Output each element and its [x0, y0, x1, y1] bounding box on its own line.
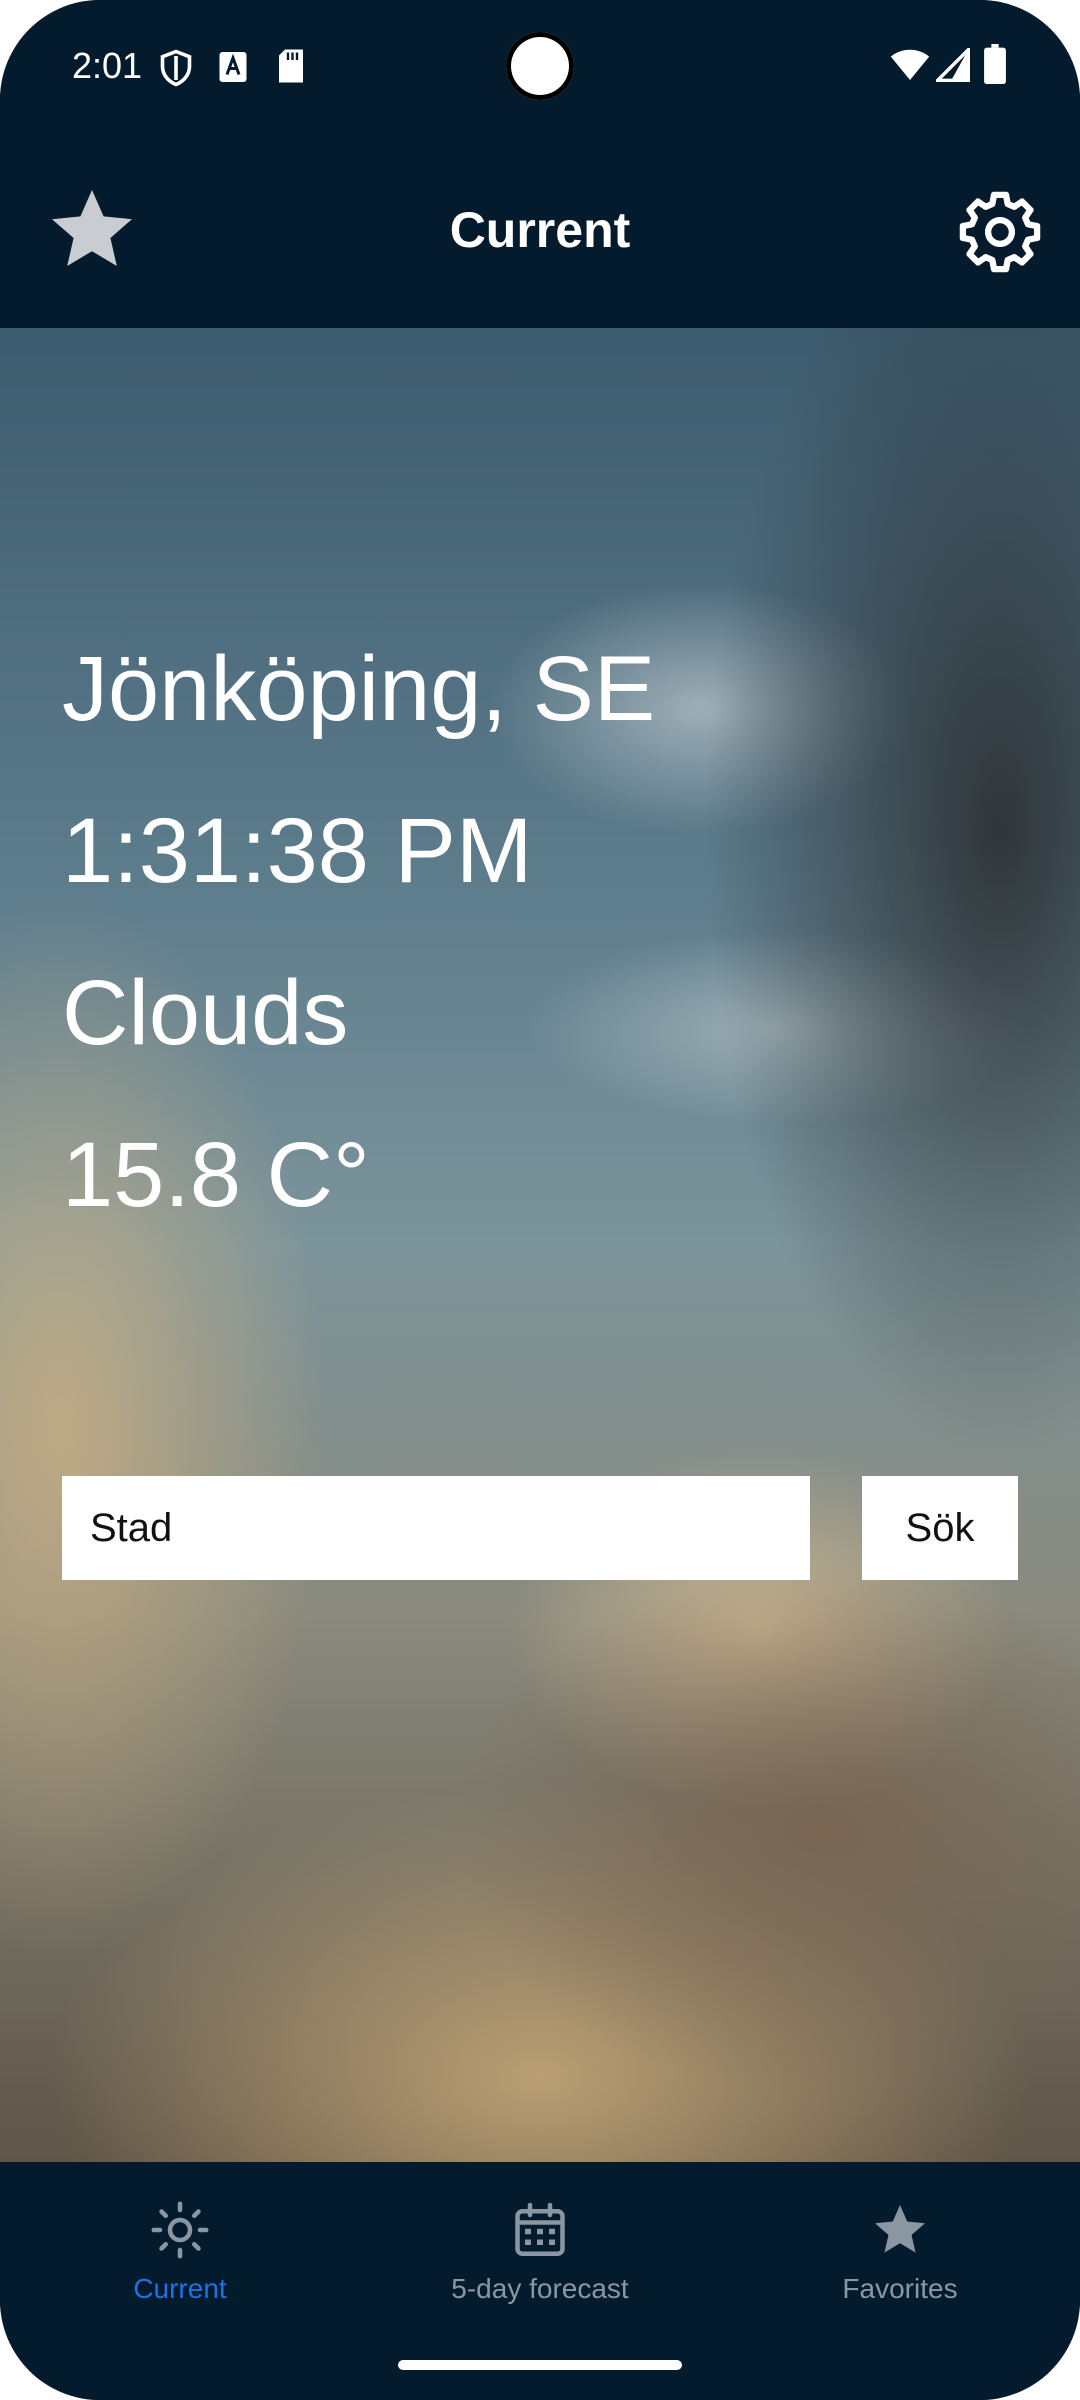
signal-icon — [936, 48, 970, 82]
app-bar: Current — [0, 132, 1080, 328]
wifi-icon — [890, 49, 930, 80]
temperature: 15.8 C° — [62, 1124, 370, 1226]
home-indicator[interactable] — [398, 2360, 682, 2370]
sun-icon — [151, 2201, 209, 2259]
nav-item-forecast[interactable]: 5-day forecast — [390, 2200, 690, 2320]
star-icon — [875, 2205, 925, 2253]
phone-screen: 2:01 Current Jönköping, SE 1:31:38 PM Cl… — [0, 0, 1080, 2400]
settings-button[interactable] — [950, 182, 1050, 282]
location-name: Jönköping, SE — [62, 638, 656, 740]
page-title: Current — [449, 202, 631, 258]
front-camera — [506, 32, 574, 100]
gear-icon — [959, 191, 1041, 273]
search-button[interactable]: Sök — [862, 1476, 1018, 1580]
nav-label-current: Current — [133, 2273, 227, 2304]
calendar-icon — [515, 2202, 565, 2256]
nav-label-favorites: Favorites — [842, 2273, 958, 2304]
font-a-icon — [219, 52, 247, 82]
city-search-input[interactable] — [62, 1476, 810, 1580]
nav-item-current[interactable]: Current — [30, 2200, 330, 2320]
nav-label-forecast: 5-day forecast — [451, 2273, 629, 2304]
local-time: 1:31:38 PM — [62, 800, 533, 902]
status-bar: 2:01 — [0, 0, 1080, 132]
battery-icon — [984, 44, 1006, 84]
status-time: 2:01 — [72, 45, 143, 86]
nav-item-favorites[interactable]: Favorites — [750, 2200, 1050, 2320]
weather-condition: Clouds — [62, 962, 349, 1064]
weather-content: Jönköping, SE 1:31:38 PM Clouds 15.8 C° … — [0, 328, 1080, 2162]
shield-icon — [160, 49, 192, 87]
sd-card-icon — [279, 49, 303, 83]
